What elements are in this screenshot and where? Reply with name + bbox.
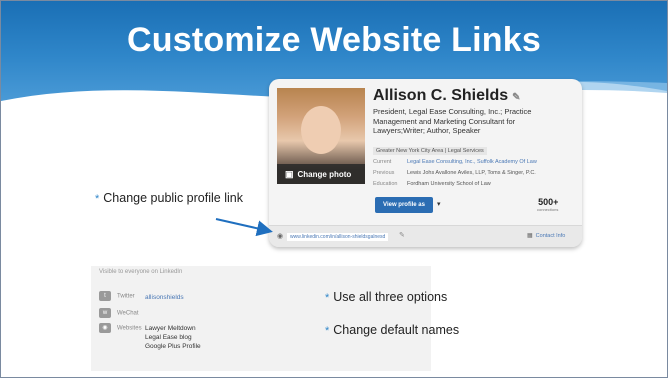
wechat-icon: w xyxy=(99,308,111,318)
contact-info-label: Contact Info xyxy=(535,233,566,239)
bullet-change-names: * Change default names xyxy=(325,323,459,339)
row-value: Fordham University School of Law xyxy=(407,181,491,187)
visibility-header: Visible to everyone on LinkedIn xyxy=(99,269,183,275)
contact-card-icon: ▦ xyxy=(527,233,533,239)
profile-photo[interactable]: ▣ Change photo xyxy=(277,88,365,184)
change-photo-button[interactable]: ▣ Change photo xyxy=(277,164,365,184)
bullet-text: Use all three options xyxy=(333,290,448,304)
profile-row-education: Education Fordham University School of La… xyxy=(373,179,578,190)
profile-headline: President, Legal Ease Consulting, Inc.; … xyxy=(373,107,532,135)
bullet-star-icon: * xyxy=(325,325,330,337)
arrow-to-url xyxy=(215,218,273,237)
row-value: Lewis Johs Avallone Aviles, LLP, Toms & … xyxy=(407,170,536,176)
wechat-label: WeChat xyxy=(117,310,139,317)
profile-location: Greater New York City Area | Legal Servi… xyxy=(373,147,487,155)
slide: Customize Website Links ▣ Change photo Al… xyxy=(0,0,668,378)
row-label: Previous xyxy=(373,170,395,176)
chevron-down-icon[interactable]: ▾ xyxy=(437,200,441,208)
globe-icon: ◉ xyxy=(277,233,284,240)
twitter-row: t Twitter xyxy=(99,291,135,301)
profile-name-text: Allison C. Shields xyxy=(373,87,509,104)
connections-count: 500+ connections xyxy=(537,197,558,212)
bullet-change-link: * Change public profile link xyxy=(95,191,255,207)
twitter-icon: t xyxy=(99,291,111,301)
view-profile-as-button[interactable]: View profile as xyxy=(375,197,433,213)
bullet-use-all: * Use all three options xyxy=(325,290,447,306)
website-item[interactable]: Legal Ease blog xyxy=(145,333,201,342)
websites-row: ◉ Websites xyxy=(99,323,142,333)
change-photo-label: Change photo xyxy=(297,170,352,179)
bullet-star-icon: * xyxy=(95,193,100,205)
website-item[interactable]: Google Plus Profile xyxy=(145,342,201,351)
twitter-handle[interactable]: allisonshields xyxy=(145,293,184,302)
public-profile-url-bar: ◉ www.linkedin.com/in/allison-shieldsgal… xyxy=(269,225,582,247)
websites-label: Websites xyxy=(117,325,142,332)
profile-row-current: Current Legal Ease Consulting, Inc., Suff… xyxy=(373,157,578,168)
row-label: Current xyxy=(373,159,392,165)
globe-icon: ◉ xyxy=(99,323,111,333)
slide-title: Customize Website Links xyxy=(127,21,541,59)
bullet-text: Change default names xyxy=(333,323,460,337)
connections-label: connections xyxy=(537,207,559,212)
connections-number: 500+ xyxy=(538,197,559,207)
camera-icon: ▣ xyxy=(285,169,294,179)
wechat-row: w WeChat xyxy=(99,308,139,318)
row-value[interactable]: Legal Ease Consulting, Inc., Suffolk Aca… xyxy=(407,159,537,165)
photo-face xyxy=(301,106,341,154)
website-list: Lawyer Meltdown Legal Ease blog Google P… xyxy=(145,324,201,351)
twitter-label: Twitter xyxy=(117,293,135,300)
profile-name: Allison C. Shields ✎ xyxy=(373,87,521,105)
profile-details: Current Legal Ease Consulting, Inc., Suff… xyxy=(373,157,578,190)
bullet-text: Change public profile link xyxy=(103,191,243,205)
profile-card: ▣ Change photo Allison C. Shields ✎ Presid… xyxy=(269,79,582,247)
websites-panel: Visible to everyone on LinkedIn t Twitter… xyxy=(91,266,431,371)
edit-name-pencil-icon[interactable]: ✎ xyxy=(512,92,520,103)
bullet-star-icon: * xyxy=(325,292,330,304)
public-profile-url[interactable]: www.linkedin.com/in/allison-shieldsgalne… xyxy=(287,233,389,241)
contact-info-link[interactable]: ▦ Contact Info xyxy=(527,232,565,239)
edit-url-pencil-icon[interactable]: ✎ xyxy=(399,231,405,239)
website-item[interactable]: Lawyer Meltdown xyxy=(145,324,201,333)
row-label: Education xyxy=(373,181,398,187)
profile-row-previous: Previous Lewis Johs Avallone Aviles, LLP,… xyxy=(373,168,578,179)
